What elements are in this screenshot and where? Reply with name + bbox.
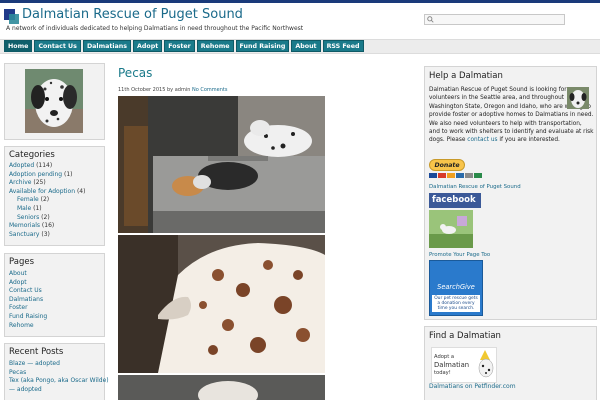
help-heading: Help a Dalmatian — [429, 71, 503, 81]
nav-about[interactable]: About — [291, 40, 321, 52]
recent-post-link[interactable]: Pecas — [9, 369, 100, 378]
nav-dalmatians[interactable]: Dalmatians — [82, 40, 132, 52]
main-nav: Home Contact Us Dalmatians Adopt Foster … — [4, 40, 364, 52]
page-link-adopt[interactable]: Adopt — [9, 279, 100, 288]
nav-foster[interactable]: Foster — [164, 40, 195, 52]
petfinder-link[interactable]: Dalmatians on Petfinder.com — [429, 383, 516, 390]
recent-post-link[interactable]: Blaze — adopted — [9, 360, 100, 369]
page-link-about[interactable]: About — [9, 270, 100, 279]
dalmatian-thumb-image — [567, 87, 589, 109]
category-item[interactable]: Adopted (114) — [9, 162, 100, 171]
category-item[interactable]: Sanctuary (3) — [9, 231, 100, 240]
drps-link[interactable]: Dalmatian Rescue of Puget Sound — [429, 184, 521, 190]
recent-posts-box: Recent Posts Blaze — adopted Pecas Tex (… — [4, 343, 109, 400]
search-input[interactable] — [424, 14, 565, 25]
nav-fund-raising[interactable]: Fund Raising — [235, 40, 290, 52]
adopt-line-1: Adopt a — [434, 354, 455, 360]
searchgive-badge[interactable]: SearchGive Our pet rescue gets a donatio… — [429, 260, 483, 316]
nav-rehome[interactable]: Rehome — [196, 40, 234, 52]
category-item[interactable]: Female (2) — [9, 196, 100, 205]
page-link-dalmatians[interactable]: Dalmatians — [9, 296, 100, 305]
post-date-author: 11th October 2015 by admin — [118, 87, 191, 93]
facebook-badge[interactable]: facebook — [429, 193, 481, 208]
nav-home[interactable]: Home — [4, 40, 33, 52]
adopt-line-3: today! — [434, 370, 451, 376]
categories-heading: Categories — [9, 150, 55, 160]
top-accent-bar — [0, 0, 600, 3]
site-logo[interactable] — [4, 9, 19, 24]
dalmatian-portrait-image — [25, 69, 83, 133]
post-meta: 11th October 2015 by admin No Comments — [118, 87, 328, 93]
category-item[interactable]: Archive (25) — [9, 179, 100, 188]
avatar-box — [4, 63, 105, 140]
post-photo-third[interactable] — [118, 375, 325, 400]
recent-post-link[interactable]: — adopted — [9, 386, 100, 395]
category-item[interactable]: Available for Adoption (4) — [9, 188, 100, 197]
page-link-contact-us[interactable]: Contact Us — [9, 287, 100, 296]
search-icon — [427, 16, 434, 23]
category-item[interactable]: Memorials (16) — [9, 222, 100, 231]
searchgive-title: SearchGive — [437, 283, 475, 291]
post-comments-link[interactable]: No Comments — [192, 87, 228, 93]
post-title[interactable]: Pecas — [118, 66, 328, 80]
adopt-dalmatian-icon — [478, 350, 494, 378]
recent-post-link[interactable]: Tex (aka Pongo, aka Oscar Wilde) — [9, 377, 109, 386]
find-box: Find a Dalmatian Adopt a Dalmatian today… — [424, 326, 597, 400]
searchgive-text: Our pet rescue gets a donation every tim… — [432, 295, 480, 312]
category-item[interactable]: Seniors (2) — [9, 214, 100, 223]
help-box: Help a Dalmatian Dalmatian Rescue of Pug… — [424, 66, 597, 320]
post-photo-couch[interactable] — [118, 96, 325, 233]
recent-posts-heading: Recent Posts — [9, 347, 64, 357]
donate-button[interactable]: Donate — [429, 159, 465, 171]
site-title[interactable]: Dalmatian Rescue of Puget Sound — [22, 7, 243, 22]
nav-adopt[interactable]: Adopt — [133, 40, 163, 52]
page-link-rehome[interactable]: Rehome — [9, 322, 100, 331]
adopt-dalmatian-badge[interactable]: Adopt a Dalmatian today! — [431, 347, 497, 383]
promote-page-link[interactable]: Promote Your Page Too — [429, 252, 490, 258]
page-link-fund-raising[interactable]: Fund Raising — [9, 313, 100, 322]
category-item[interactable]: Male (1) — [9, 205, 100, 214]
adopt-line-2: Dalmatian — [434, 361, 470, 369]
categories-box: Categories Adopted (114) Adoption pendin… — [4, 146, 105, 246]
find-heading: Find a Dalmatian — [429, 331, 501, 341]
category-item[interactable]: Adoption pending (1) — [9, 171, 100, 180]
site-tagline: A network of individuals dedicated to he… — [6, 25, 304, 32]
nav-contact-us[interactable]: Contact Us — [34, 40, 81, 52]
facebook-photo[interactable] — [429, 210, 473, 248]
contact-us-link[interactable]: contact us — [467, 137, 497, 143]
pages-box: Pages About Adopt Contact Us Dalmatians … — [4, 253, 105, 337]
post-photo-closeup[interactable] — [118, 235, 325, 373]
nav-rss-feed[interactable]: RSS Feed — [322, 40, 364, 52]
pages-heading: Pages — [9, 257, 35, 267]
payment-cards — [429, 173, 482, 178]
post-header: Pecas 11th October 2015 by admin No Comm… — [118, 66, 328, 93]
page-link-foster[interactable]: Foster — [9, 304, 100, 313]
